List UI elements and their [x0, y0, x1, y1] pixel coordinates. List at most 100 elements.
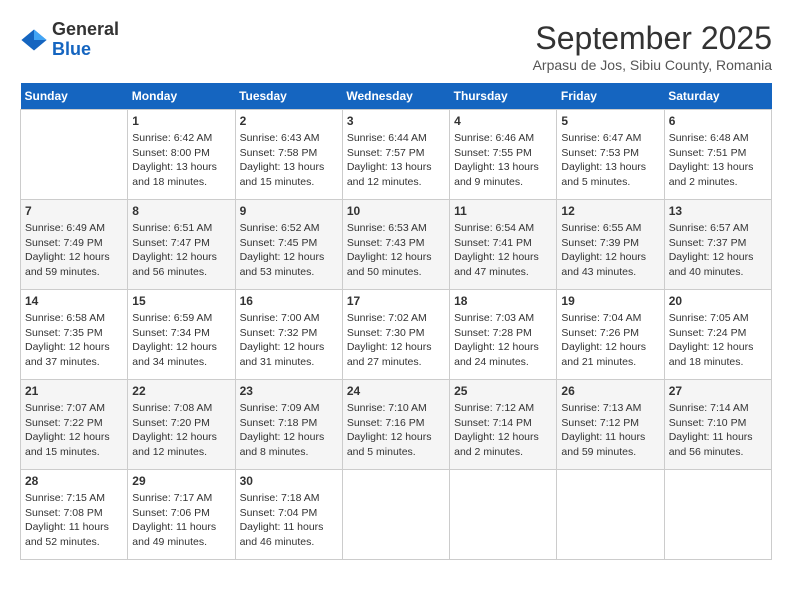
calendar-cell — [342, 470, 449, 560]
day-number: 6 — [669, 114, 767, 128]
day-info: Sunrise: 7:17 AM Sunset: 7:06 PM Dayligh… — [132, 491, 230, 550]
day-info: Sunrise: 7:12 AM Sunset: 7:14 PM Dayligh… — [454, 401, 552, 460]
month-title: September 2025 — [533, 20, 772, 57]
day-info: Sunrise: 6:43 AM Sunset: 7:58 PM Dayligh… — [240, 131, 338, 190]
day-number: 4 — [454, 114, 552, 128]
day-info: Sunrise: 7:14 AM Sunset: 7:10 PM Dayligh… — [669, 401, 767, 460]
calendar-week-1: 1 Sunrise: 6:42 AM Sunset: 8:00 PM Daylig… — [21, 110, 772, 200]
day-info: Sunrise: 6:57 AM Sunset: 7:37 PM Dayligh… — [669, 221, 767, 280]
weekday-header-wednesday: Wednesday — [342, 83, 449, 110]
day-info: Sunrise: 6:42 AM Sunset: 8:00 PM Dayligh… — [132, 131, 230, 190]
day-number: 13 — [669, 204, 767, 218]
day-info: Sunrise: 7:05 AM Sunset: 7:24 PM Dayligh… — [669, 311, 767, 370]
calendar-cell — [664, 470, 771, 560]
calendar-table: SundayMondayTuesdayWednesdayThursdayFrid… — [20, 83, 772, 560]
calendar-week-5: 28 Sunrise: 7:15 AM Sunset: 7:08 PM Dayli… — [21, 470, 772, 560]
day-number: 19 — [561, 294, 659, 308]
day-number: 24 — [347, 384, 445, 398]
logo-text: General Blue — [52, 20, 119, 60]
title-section: September 2025 Arpasu de Jos, Sibiu Coun… — [533, 20, 772, 73]
calendar-cell: 3 Sunrise: 6:44 AM Sunset: 7:57 PM Daylig… — [342, 110, 449, 200]
day-info: Sunrise: 6:53 AM Sunset: 7:43 PM Dayligh… — [347, 221, 445, 280]
calendar-cell: 19Sunrise: 7:04 AM Sunset: 7:26 PM Dayli… — [557, 290, 664, 380]
day-number: 2 — [240, 114, 338, 128]
calendar-cell: 27 Sunrise: 7:14 AM Sunset: 7:10 PM Dayli… — [664, 380, 771, 470]
day-info: Sunrise: 6:47 AM Sunset: 7:53 PM Dayligh… — [561, 131, 659, 190]
calendar-cell: 16 Sunrise: 7:00 AM Sunset: 7:32 PM Dayli… — [235, 290, 342, 380]
calendar-cell: 4Sunrise: 6:46 AM Sunset: 7:55 PM Daylig… — [450, 110, 557, 200]
calendar-cell — [450, 470, 557, 560]
day-number: 16 — [240, 294, 338, 308]
calendar-cell: 25 Sunrise: 7:12 AM Sunset: 7:14 PM Dayli… — [450, 380, 557, 470]
weekday-header-thursday: Thursday — [450, 83, 557, 110]
day-info: Sunrise: 7:13 AM Sunset: 7:12 PM Dayligh… — [561, 401, 659, 460]
calendar-week-3: 14 Sunrise: 6:58 AM Sunset: 7:35 PM Dayli… — [21, 290, 772, 380]
day-number: 1 — [132, 114, 230, 128]
day-number: 3 — [347, 114, 445, 128]
day-info: Sunrise: 7:18 AM Sunset: 7:04 PM Dayligh… — [240, 491, 338, 550]
calendar-cell: 12 Sunrise: 6:55 AM Sunset: 7:39 PM Dayli… — [557, 200, 664, 290]
calendar-cell: 26 Sunrise: 7:13 AM Sunset: 7:12 PM Dayli… — [557, 380, 664, 470]
day-number: 17 — [347, 294, 445, 308]
day-number: 22 — [132, 384, 230, 398]
day-number: 15 — [132, 294, 230, 308]
calendar-cell: 21Sunrise: 7:07 AM Sunset: 7:22 PM Dayli… — [21, 380, 128, 470]
day-info: Sunrise: 6:44 AM Sunset: 7:57 PM Dayligh… — [347, 131, 445, 190]
calendar-week-2: 7 Sunrise: 6:49 AM Sunset: 7:49 PM Daylig… — [21, 200, 772, 290]
day-info: Sunrise: 7:09 AM Sunset: 7:18 PM Dayligh… — [240, 401, 338, 460]
logo-general: General — [52, 20, 119, 40]
calendar-cell: 5 Sunrise: 6:47 AM Sunset: 7:53 PM Daylig… — [557, 110, 664, 200]
day-info: Sunrise: 7:00 AM Sunset: 7:32 PM Dayligh… — [240, 311, 338, 370]
day-info: Sunrise: 7:02 AM Sunset: 7:30 PM Dayligh… — [347, 311, 445, 370]
day-info: Sunrise: 6:58 AM Sunset: 7:35 PM Dayligh… — [25, 311, 123, 370]
calendar-cell: 6 Sunrise: 6:48 AM Sunset: 7:51 PM Daylig… — [664, 110, 771, 200]
weekday-header-row: SundayMondayTuesdayWednesdayThursdayFrid… — [21, 83, 772, 110]
day-number: 27 — [669, 384, 767, 398]
day-number: 23 — [240, 384, 338, 398]
calendar-cell: 29 Sunrise: 7:17 AM Sunset: 7:06 PM Dayli… — [128, 470, 235, 560]
location-subtitle: Arpasu de Jos, Sibiu County, Romania — [533, 57, 772, 73]
weekday-header-saturday: Saturday — [664, 83, 771, 110]
calendar-cell: 18 Sunrise: 7:03 AM Sunset: 7:28 PM Dayli… — [450, 290, 557, 380]
day-info: Sunrise: 7:08 AM Sunset: 7:20 PM Dayligh… — [132, 401, 230, 460]
day-number: 29 — [132, 474, 230, 488]
calendar-cell: 23 Sunrise: 7:09 AM Sunset: 7:18 PM Dayli… — [235, 380, 342, 470]
day-number: 5 — [561, 114, 659, 128]
day-info: Sunrise: 6:51 AM Sunset: 7:47 PM Dayligh… — [132, 221, 230, 280]
logo: General Blue — [20, 20, 119, 60]
calendar-cell: 13 Sunrise: 6:57 AM Sunset: 7:37 PM Dayli… — [664, 200, 771, 290]
calendar-cell: 10 Sunrise: 6:53 AM Sunset: 7:43 PM Dayli… — [342, 200, 449, 290]
day-number: 14 — [25, 294, 123, 308]
calendar-cell: 11 Sunrise: 6:54 AM Sunset: 7:41 PM Dayli… — [450, 200, 557, 290]
calendar-cell: 22 Sunrise: 7:08 AM Sunset: 7:20 PM Dayli… — [128, 380, 235, 470]
calendar-cell: 14 Sunrise: 6:58 AM Sunset: 7:35 PM Dayli… — [21, 290, 128, 380]
calendar-cell — [557, 470, 664, 560]
calendar-cell: 15 Sunrise: 6:59 AM Sunset: 7:34 PM Dayli… — [128, 290, 235, 380]
day-number: 20 — [669, 294, 767, 308]
day-number: 25 — [454, 384, 552, 398]
day-number: 18 — [454, 294, 552, 308]
day-info: Sunrise: 6:59 AM Sunset: 7:34 PM Dayligh… — [132, 311, 230, 370]
day-number: 11 — [454, 204, 552, 218]
calendar-cell: 17 Sunrise: 7:02 AM Sunset: 7:30 PM Dayli… — [342, 290, 449, 380]
calendar-cell: 30 Sunrise: 7:18 AM Sunset: 7:04 PM Dayli… — [235, 470, 342, 560]
day-info: Sunrise: 6:48 AM Sunset: 7:51 PM Dayligh… — [669, 131, 767, 190]
day-number: 12 — [561, 204, 659, 218]
logo-blue: Blue — [52, 40, 119, 60]
day-number: 28 — [25, 474, 123, 488]
calendar-cell: 8 Sunrise: 6:51 AM Sunset: 7:47 PM Daylig… — [128, 200, 235, 290]
day-info: Sunrise: 7:15 AM Sunset: 7:08 PM Dayligh… — [25, 491, 123, 550]
day-info: Sunrise: 6:54 AM Sunset: 7:41 PM Dayligh… — [454, 221, 552, 280]
day-number: 8 — [132, 204, 230, 218]
weekday-header-tuesday: Tuesday — [235, 83, 342, 110]
day-number: 26 — [561, 384, 659, 398]
calendar-cell: 7 Sunrise: 6:49 AM Sunset: 7:49 PM Daylig… — [21, 200, 128, 290]
calendar-cell: 1 Sunrise: 6:42 AM Sunset: 8:00 PM Daylig… — [128, 110, 235, 200]
day-number: 30 — [240, 474, 338, 488]
day-number: 10 — [347, 204, 445, 218]
day-info: Sunrise: 6:55 AM Sunset: 7:39 PM Dayligh… — [561, 221, 659, 280]
day-number: 7 — [25, 204, 123, 218]
weekday-header-monday: Monday — [128, 83, 235, 110]
day-info: Sunrise: 7:03 AM Sunset: 7:28 PM Dayligh… — [454, 311, 552, 370]
day-info: Sunrise: 6:49 AM Sunset: 7:49 PM Dayligh… — [25, 221, 123, 280]
